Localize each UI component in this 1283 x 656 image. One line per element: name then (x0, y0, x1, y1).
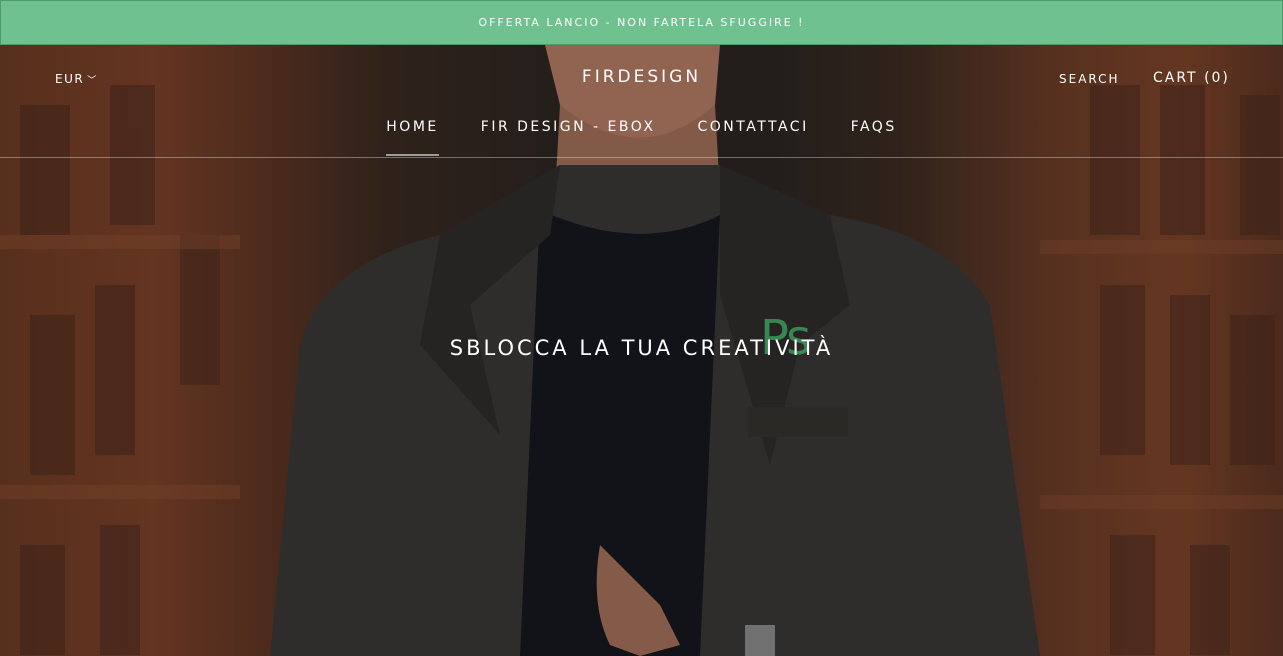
nav-item-contattaci[interactable]: CONTATTACI (676, 119, 829, 156)
hero-title: SBLOCCA LA TUA CREATIVITÀ (449, 336, 834, 360)
main-nav: HOME FIR DESIGN - EBOX CONTATTACI FAQS (0, 119, 1283, 156)
announcement-text: OFFERTA LANCIO - NON FARTELA SFUGGIRE ! (478, 16, 805, 29)
announcement-bar: OFFERTA LANCIO - NON FARTELA SFUGGIRE ! (0, 0, 1283, 45)
chevron-down-icon: ﹀ (87, 75, 98, 86)
nav-item-faqs[interactable]: FAQS (830, 119, 918, 156)
nav-item-fir-design-ebox[interactable]: FIR DESIGN - EBOX (460, 119, 677, 156)
cart-link[interactable]: CART (0) (1153, 70, 1230, 86)
search-link[interactable]: SEARCH (1059, 72, 1120, 86)
currency-label: EUR (55, 72, 85, 86)
nav-item-home[interactable]: HOME (365, 119, 459, 156)
site-header: EUR ﹀ FIRDESIGN SEARCH CART (0) HOME FIR… (0, 45, 1283, 158)
site-logo[interactable]: FIRDESIGN (582, 67, 701, 87)
currency-selector[interactable]: EUR ﹀ (55, 72, 98, 86)
